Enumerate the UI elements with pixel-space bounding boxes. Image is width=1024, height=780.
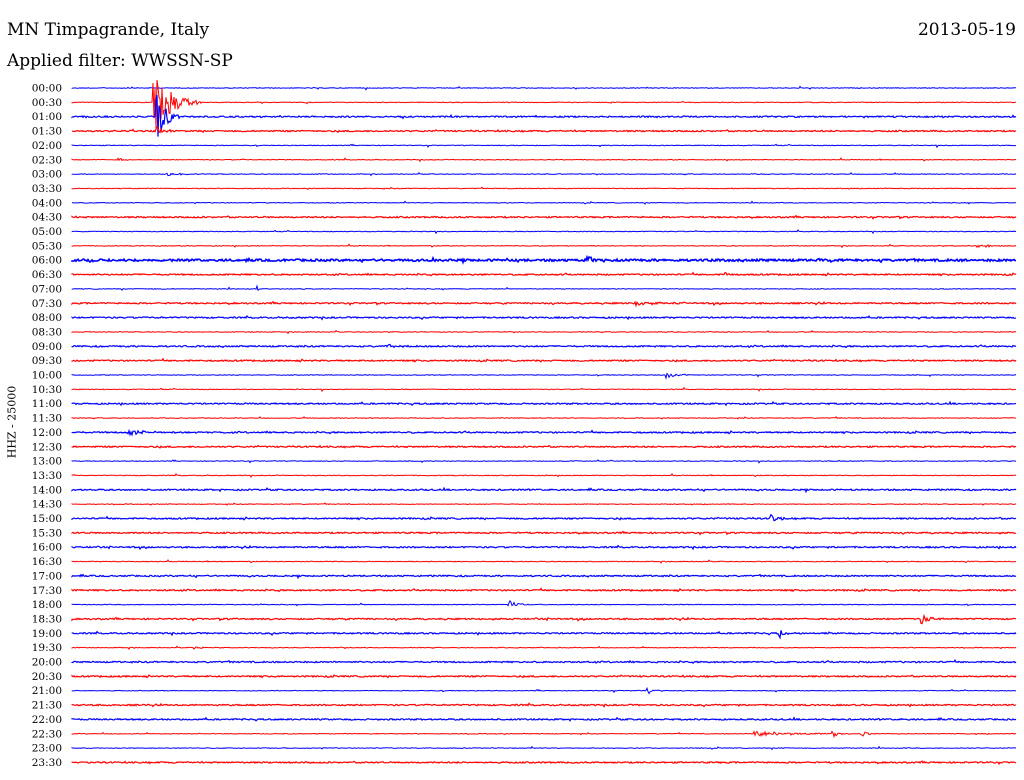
time-tick-label: 05:30	[32, 240, 62, 252]
time-tick-label: 22:30	[32, 728, 62, 740]
trace-line	[71, 573, 1017, 580]
time-tick-label: 03:00	[32, 169, 62, 181]
trace-line	[71, 357, 1017, 363]
trace-line	[71, 400, 1017, 407]
trace-line	[71, 716, 1017, 722]
time-tick-label: 18:30	[32, 613, 62, 625]
trace-line	[71, 444, 1017, 449]
trace-line	[71, 372, 1017, 380]
trace-line	[71, 702, 1017, 708]
time-tick-label: 00:00	[32, 83, 62, 95]
trace-line	[71, 229, 1017, 235]
time-tick-label: 04:00	[32, 197, 62, 209]
time-tick-label: 01:00	[32, 111, 62, 123]
time-tick-label: 12:30	[32, 441, 62, 453]
time-tick-label: 09:30	[32, 355, 62, 367]
time-tick-label: 13:00	[32, 456, 62, 468]
time-tick-label: 00:30	[32, 97, 62, 109]
time-tick-label: 06:30	[32, 269, 62, 281]
time-tick-label: 06:00	[32, 255, 62, 267]
trace-line	[71, 459, 1016, 464]
trace-line	[71, 143, 1017, 149]
trace-line	[71, 284, 1017, 292]
trace-line	[71, 559, 1017, 564]
trace-line	[71, 544, 1017, 551]
time-tick-label: 10:30	[32, 384, 62, 396]
time-tick-label: 15:00	[32, 513, 62, 525]
trace-line	[71, 254, 1017, 265]
trace-line	[71, 314, 1017, 321]
time-tick-label: 09:00	[32, 341, 62, 353]
trace-line	[71, 513, 1017, 522]
trace-line	[71, 530, 1017, 536]
trace-line	[71, 85, 1017, 91]
time-tick-label: 01:30	[32, 126, 62, 138]
time-tick-label: 16:30	[32, 556, 62, 568]
trace-line	[71, 645, 1017, 651]
trace-line	[71, 126, 1017, 134]
trace-line	[71, 243, 1017, 249]
time-tick-label: 08:00	[32, 312, 62, 324]
trace-line	[71, 730, 1016, 739]
trace-line	[71, 79, 1017, 129]
time-tick-label: 03:30	[32, 183, 62, 195]
time-tick-label: 11:30	[32, 413, 62, 425]
time-tick-label: 07:00	[32, 283, 62, 295]
time-tick-label: 20:30	[32, 671, 62, 683]
trace-line	[71, 686, 1017, 695]
time-tick-label: 14:30	[32, 499, 62, 511]
time-tick-label: 17:30	[32, 585, 62, 597]
time-tick-label: 13:30	[32, 470, 62, 482]
time-tick-label: 07:30	[32, 298, 62, 310]
time-tick-label: 08:30	[32, 326, 62, 338]
trace-line	[71, 416, 1017, 420]
time-tick-label: 12:00	[32, 427, 62, 439]
time-tick-label: 15:30	[32, 527, 62, 539]
time-tick-label: 23:30	[32, 757, 62, 769]
time-tick-label: 04:30	[32, 212, 62, 224]
trace-line	[71, 630, 1017, 640]
trace-line	[71, 329, 1017, 335]
trace-line	[71, 674, 1017, 679]
time-tick-label: 11:00	[32, 398, 62, 410]
trace-line	[71, 659, 1017, 665]
trace-line	[71, 214, 1017, 220]
time-tick-label: 18:00	[32, 599, 62, 611]
time-tick-label: 22:00	[32, 714, 62, 726]
time-tick-label: 02:30	[32, 154, 62, 166]
trace-line	[71, 599, 1017, 607]
time-tick-label: 19:00	[32, 628, 62, 640]
trace-line	[71, 157, 1017, 163]
trace-line	[71, 587, 1017, 593]
time-tick-label: 21:00	[32, 685, 62, 697]
trace-line	[71, 428, 1017, 437]
trace-line	[71, 386, 1017, 393]
trace-line	[71, 271, 1017, 277]
trace-line	[71, 94, 1017, 137]
time-tick-label: 02:00	[32, 140, 62, 152]
trace-line	[71, 745, 1017, 751]
trace-line	[71, 186, 1017, 191]
trace-line	[71, 343, 1017, 349]
trace-line	[71, 172, 1017, 177]
time-tick-label: 14:00	[32, 484, 62, 496]
trace-line	[71, 472, 1017, 478]
time-tick-label: 19:30	[32, 642, 62, 654]
time-tick-label: 17:00	[32, 570, 62, 582]
trace-line	[71, 613, 1017, 625]
time-tick-label: 05:00	[32, 226, 62, 238]
time-tick-label: 10:00	[32, 370, 62, 382]
time-tick-label: 23:00	[32, 743, 62, 755]
trace-line	[71, 486, 1017, 494]
time-tick-label: 21:30	[32, 700, 62, 712]
trace-line	[71, 300, 1017, 308]
time-tick-label: 16:00	[32, 542, 62, 554]
trace-line	[71, 502, 1017, 506]
trace-line	[72, 200, 1016, 205]
time-tick-label: 20:00	[32, 657, 62, 669]
trace-line	[71, 760, 1017, 766]
seismogram-chart: 00:00 00:30 01:00 01:30 02:00 02:30 03:00 03:30…	[32, 79, 1017, 769]
